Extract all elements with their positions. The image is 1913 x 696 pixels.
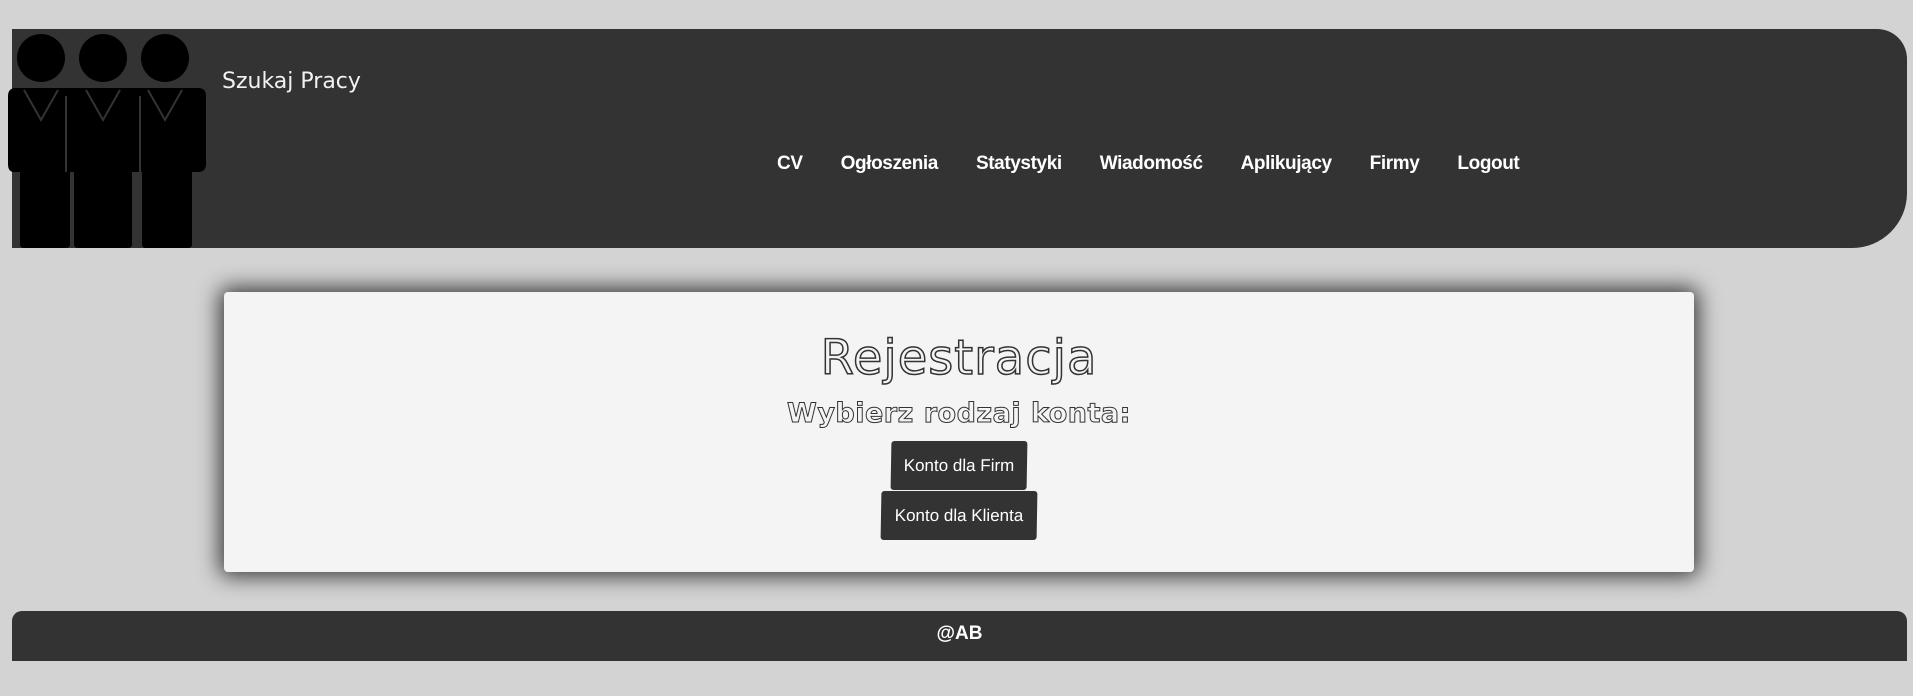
site-header: Szukaj Pracy CV Ogłoszenia Statystyki Wi… [12, 29, 1907, 248]
footer-copyright: @AB [936, 623, 983, 644]
nav-item-wiadomosc[interactable]: Wiadomość [1081, 153, 1222, 175]
nav-item-ogloszenia[interactable]: Ogłoszenia [822, 153, 957, 175]
client-account-button[interactable]: Konto dla Klienta [880, 491, 1038, 540]
registration-card: Rejestracja Wybierz rodzaj konta: Konto … [224, 292, 1694, 572]
nav-item-aplikujacy[interactable]: Aplikujący [1222, 153, 1351, 175]
account-type-prompt: Wybierz rodzaj konta: [787, 398, 1131, 430]
nav-item-statystyki[interactable]: Statystyki [957, 153, 1081, 175]
nav-item-firmy[interactable]: Firmy [1351, 153, 1439, 175]
nav-item-cv[interactable]: CV [758, 153, 822, 175]
site-title[interactable]: Szukaj Pracy [222, 69, 361, 94]
page-title: Rejestracja [820, 329, 1098, 387]
main-nav: CV Ogłoszenia Statystyki Wiadomość Aplik… [758, 153, 1538, 175]
nav-item-logout[interactable]: Logout [1438, 153, 1538, 175]
people-group-icon[interactable] [0, 34, 206, 248]
firm-account-button[interactable]: Konto dla Firm [890, 441, 1028, 490]
site-footer: @AB [12, 611, 1907, 661]
